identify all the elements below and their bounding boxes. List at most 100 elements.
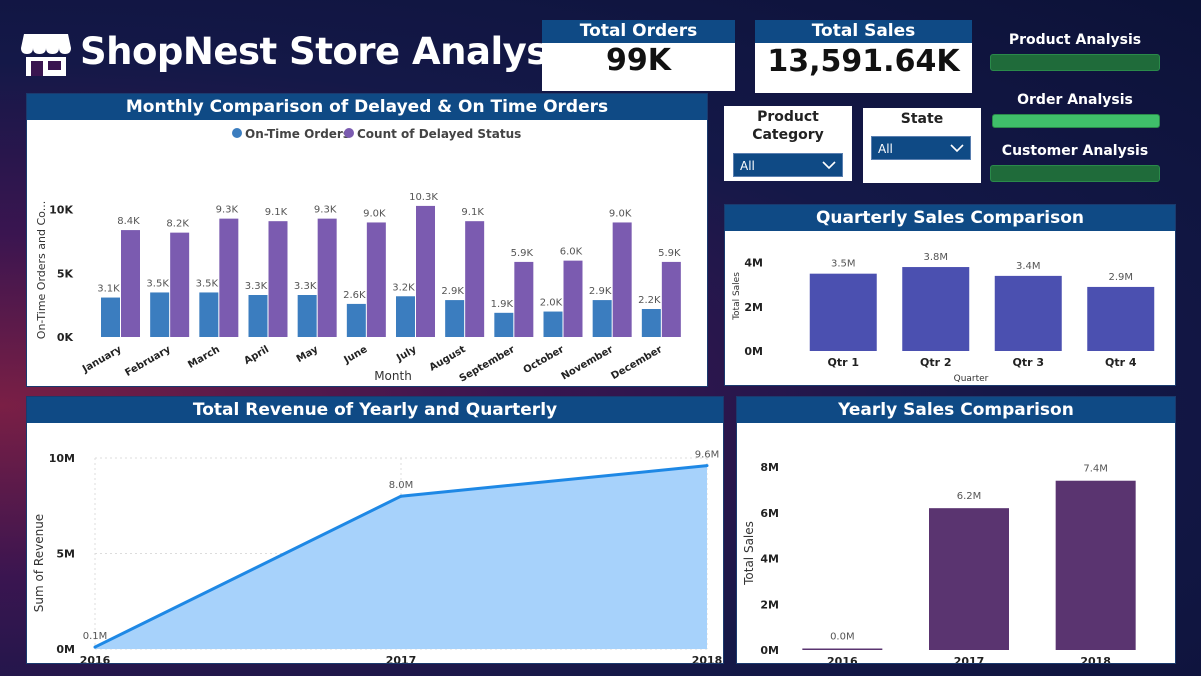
data-label: 3.8M: [923, 252, 948, 263]
y-tick-label: 2M: [760, 598, 779, 611]
data-label: 3.5M: [831, 259, 856, 270]
y-tick-label: 5M: [56, 548, 75, 561]
data-label: 3.1K: [97, 284, 120, 295]
bar: [101, 297, 120, 337]
data-label: 8.4K: [117, 216, 140, 227]
x-tick-label: 2017: [386, 654, 417, 663]
x-axis-title: Quarter: [954, 374, 989, 384]
y-tick-label: 10K: [49, 204, 73, 217]
yearly-bar-chart: Total SalesYear0M2M4M6M8M0.0M20166.2M201…: [742, 461, 1136, 663]
data-label: 2.9K: [441, 286, 464, 297]
yearly-chart-panel: Yearly Sales Comparison Total SalesYear0…: [736, 396, 1176, 664]
bar: [514, 261, 534, 337]
data-label: 7.4M: [1083, 464, 1108, 475]
bar: [1055, 480, 1136, 650]
data-label: 2.9M: [1108, 272, 1133, 283]
store-icon: [21, 34, 71, 76]
bar: [465, 221, 485, 337]
bar: [268, 221, 288, 337]
bar: [445, 300, 465, 337]
total-sales-card: Total Sales 13,591.64K: [755, 20, 972, 93]
y-tick-label: 8M: [760, 461, 779, 474]
revenue-chart-panel: Total Revenue of Yearly and Quarterly Su…: [26, 396, 724, 664]
x-tick-label: 2018: [692, 654, 723, 663]
data-label: 9.3K: [314, 205, 337, 216]
data-point: [399, 494, 403, 498]
data-label: 9.1K: [461, 207, 484, 218]
x-tick-label: February: [123, 344, 173, 379]
y-tick-label: 6M: [760, 507, 779, 520]
nav-label-customer: Customer Analysis: [1001, 143, 1149, 159]
bar: [150, 292, 170, 337]
bar: [543, 311, 563, 337]
y-tick-label: 0M: [56, 643, 75, 656]
y-axis-title: Total Sales: [732, 272, 742, 321]
y-tick-label: 2M: [744, 301, 763, 314]
x-tick-label: 2016: [80, 654, 111, 663]
monthly-chart-panel: Monthly Comparison of Delayed & On Time …: [26, 93, 708, 387]
data-label: 9.6M: [695, 450, 720, 461]
chevron-down-icon: [950, 144, 964, 153]
revenue-chart-title: Total Revenue of Yearly and Quarterly: [27, 397, 723, 423]
bar: [661, 261, 681, 337]
product-category-dropdown[interactable]: All: [733, 153, 843, 177]
bar: [121, 230, 140, 337]
state-dropdown[interactable]: All: [871, 136, 971, 160]
data-label: 3.5K: [196, 278, 219, 289]
bar: [592, 300, 612, 337]
total-sales-value: 13,591.64K: [767, 44, 960, 79]
data-label: 3.3K: [294, 281, 317, 292]
monthly-bar-chart: On-Time Orders Count of Delayed Status On-…: [35, 127, 681, 385]
page-title: ShopNest Store Analysis: [80, 30, 582, 73]
x-tick-label: December: [609, 344, 664, 382]
y-tick-label: 5K: [57, 267, 74, 280]
bar: [563, 260, 583, 337]
data-label: 6.2M: [957, 491, 982, 502]
data-label: 1.9K: [491, 299, 514, 310]
x-tick-label: 2018: [1080, 655, 1111, 663]
total-orders-value: 99K: [606, 43, 671, 78]
data-label: 6.0K: [560, 247, 583, 258]
legend-label: Count of Delayed Status: [357, 127, 521, 141]
data-label: 2.2K: [638, 295, 661, 306]
nav-label-product: Product Analysis: [1008, 32, 1142, 48]
bar: [317, 218, 337, 337]
data-label: 3.5K: [146, 278, 169, 289]
bar: [1087, 286, 1155, 351]
x-tick-label: March: [186, 344, 222, 371]
y-axis-title: Sum of Revenue: [32, 514, 46, 612]
bar: [366, 222, 386, 337]
bar: [248, 295, 268, 337]
x-tick-label: July: [394, 344, 419, 365]
data-label: 0.0M: [830, 632, 855, 643]
data-label: 2.9K: [589, 286, 612, 297]
data-label: 3.3K: [245, 281, 268, 292]
data-label: 9.1K: [265, 207, 288, 218]
x-tick-label: 2017: [954, 655, 985, 663]
bar: [641, 309, 661, 337]
bar: [902, 267, 970, 351]
quarterly-chart-panel: Quarterly Sales Comparison Total Sales Qu…: [724, 204, 1176, 386]
y-axis-title: Total Sales: [742, 521, 756, 586]
order-analysis-button[interactable]: [992, 114, 1160, 128]
bar: [802, 648, 883, 650]
data-label: 9.0K: [609, 208, 632, 219]
state-value: All: [878, 142, 893, 156]
product-category-title: Product Category: [752, 109, 824, 143]
total-orders-card: Total Orders 99K: [542, 20, 735, 91]
data-label: 5.9K: [658, 248, 681, 259]
data-label: 5.9K: [511, 248, 534, 259]
x-tick-label: Qtr 4: [1105, 356, 1137, 369]
product-analysis-button[interactable]: [990, 54, 1160, 71]
chevron-down-icon: [822, 161, 836, 170]
x-tick-label: October: [522, 344, 566, 376]
state-title: State: [900, 111, 944, 127]
customer-analysis-button[interactable]: [990, 165, 1160, 182]
quarterly-chart-title: Quarterly Sales Comparison: [725, 205, 1175, 231]
y-tick-label: 0M: [744, 345, 763, 358]
x-tick-label: Qtr 3: [1012, 356, 1044, 369]
y-tick-label: 10M: [49, 452, 75, 465]
yearly-chart-title: Yearly Sales Comparison: [737, 397, 1175, 423]
bar: [170, 232, 190, 337]
data-point: [93, 645, 97, 649]
